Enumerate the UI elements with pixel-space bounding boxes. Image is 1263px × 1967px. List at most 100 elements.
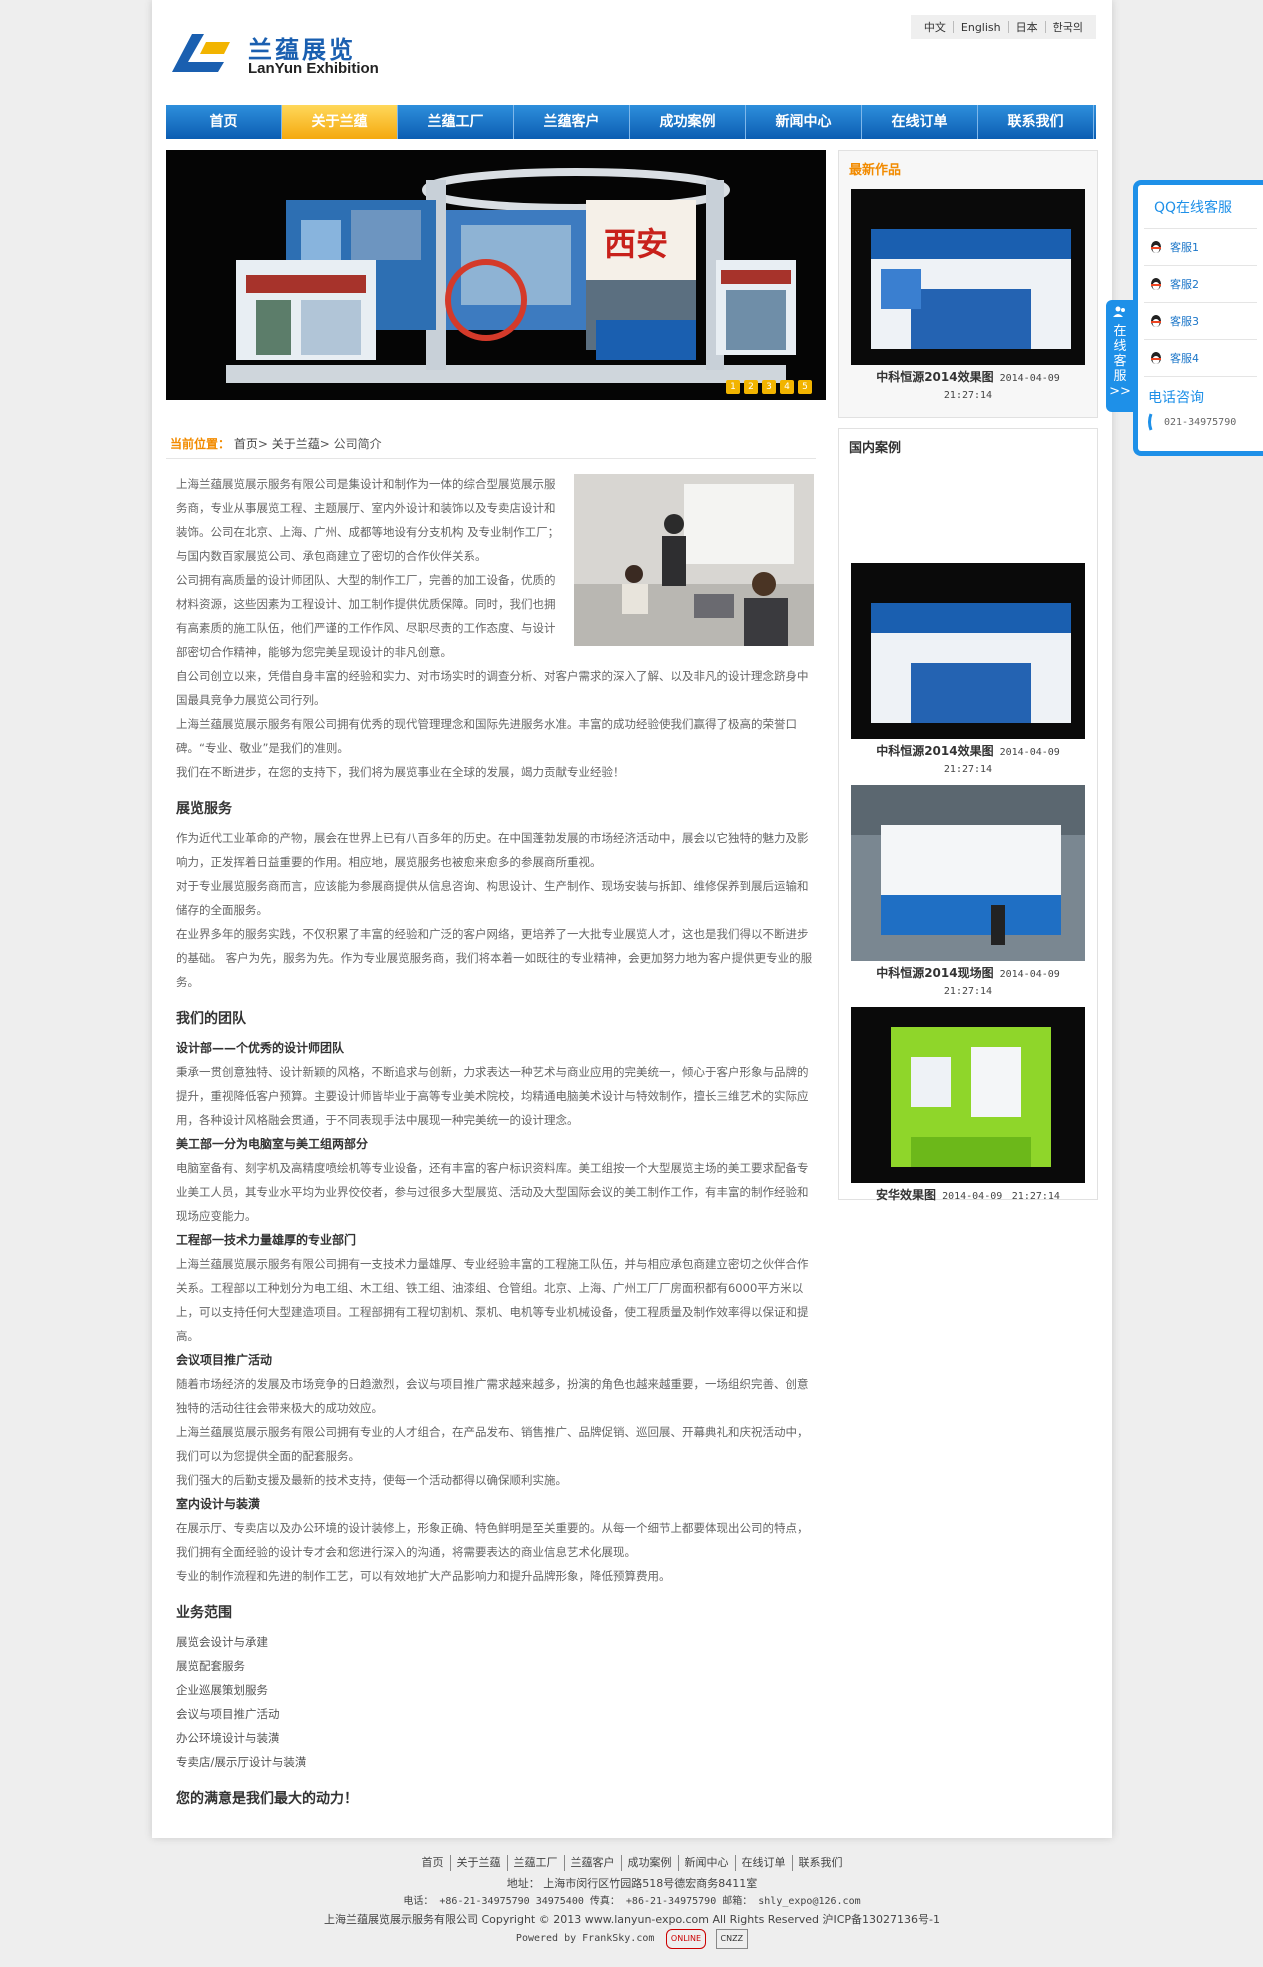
banner-dot[interactable]: 5: [798, 380, 812, 394]
domestic-case-name[interactable]: 安华效果图: [876, 1188, 936, 1202]
lang-zh[interactable]: 中文: [917, 19, 953, 35]
footer-copyright: 上海兰蕴展览展示服务有限公司 Copyright © 2013 www.lany…: [323, 1913, 941, 1926]
lang-ko[interactable]: 한국의: [1046, 19, 1090, 35]
hero-banner[interactable]: 西安 1 2 3 4 5: [166, 150, 826, 400]
expand-icon: >>: [1109, 384, 1131, 399]
domestic-case-image[interactable]: [851, 563, 1085, 739]
banner-dot[interactable]: 3: [762, 380, 776, 394]
scope-item: 展览配套服务: [176, 1659, 245, 1673]
powered-by[interactable]: Powered by FrankSky.com: [516, 1933, 654, 1944]
qq-title: QQ在线客服: [1144, 185, 1257, 229]
domestic-cases-title: 国内案例: [849, 441, 902, 456]
nav-contact[interactable]: 联系我们: [978, 105, 1094, 139]
qq-tab-label: 在线客服: [1113, 324, 1127, 384]
scope-item: 办公环境设计与装潢: [176, 1731, 280, 1745]
domestic-case-time: 21:27:14: [1011, 1191, 1060, 1202]
service-paragraph: 在业界多年的服务实践，不仅积累了丰富的经验和广泛的客户网络，更培养了一大批专业展…: [176, 927, 813, 989]
latest-work-name[interactable]: 中科恒源2014效果图: [876, 370, 993, 384]
banner-pager: 1 2 3 4 5: [726, 380, 812, 394]
breadcrumb-separator: >: [257, 437, 272, 451]
domestic-case-name[interactable]: 中科恒源2014效果图: [876, 744, 993, 758]
footer-address: 地址： 上海市闵行区竹园路518号德宏商务8411室: [506, 1877, 758, 1890]
team-paragraph: 秉承一贯创意独特、设计新颖的风格，不断追求与创新，力求表达一种艺术与商业应用的完…: [176, 1065, 809, 1127]
latest-works-box: 最新作品 中科恒源2014效果图 2014-04-09 21:27:14: [838, 150, 1098, 418]
team-subtitle: 室内设计与装潢: [176, 1497, 261, 1511]
motto: 您的满意是我们最大的动力！: [176, 1791, 358, 1807]
nav-order[interactable]: 在线订单: [862, 105, 978, 139]
domestic-case-date: 2014-04-09: [942, 1191, 1003, 1202]
nav-home[interactable]: 首页: [166, 105, 282, 139]
team-subtitle: 美工部一分为电脑室与美工组两部分: [176, 1137, 369, 1151]
domestic-case-date: 2014-04-09: [999, 747, 1060, 758]
nav-clients[interactable]: 兰蕴客户: [514, 105, 630, 139]
domestic-case-name[interactable]: 中科恒源2014现场图: [876, 966, 993, 980]
cnzz-badge[interactable]: CNZZ: [715, 1929, 749, 1949]
intro-paragraph: 自公司创立以来，凭借自身丰富的经验和实力、对市场实时的调查分析、对客户需求的深入…: [176, 669, 809, 707]
footer-powered: Powered by FrankSky.com ONLINE CNZZ: [152, 1929, 1112, 1949]
banner-booth-image: 西安: [166, 150, 826, 400]
footer-link[interactable]: 兰蕴客户: [565, 1855, 622, 1871]
domestic-case-image[interactable]: [851, 1007, 1085, 1183]
qq-service-label[interactable]: 客服1: [1170, 239, 1199, 255]
domestic-case-item[interactable]: 中科恒源2014现场图 2014-04-09 21:27:14: [851, 785, 1085, 1000]
qq-service-label[interactable]: 客服3: [1170, 313, 1199, 329]
section-title-service: 展览服务: [176, 801, 232, 817]
site-footer: 首页 关于兰蕴 兰蕴工厂 兰蕴客户 成功案例 新闻中心 在线订单 联系我们 地址…: [152, 1855, 1112, 1949]
team-subtitle: 工程部一技术力量雄厚的专业部门: [176, 1233, 357, 1247]
domestic-case-time: 21:27:14: [943, 986, 993, 997]
team-subtitle: 设计部——个优秀的设计师团队: [176, 1041, 345, 1055]
breadcrumb-current: 公司简介: [333, 437, 382, 451]
qq-service-panel: QQ在线客服 客服1 客服2 客服3 客服4 电话咨询 021-34975790: [1133, 180, 1263, 456]
qq-service-item[interactable]: 客服3: [1144, 303, 1257, 340]
banner-dot[interactable]: 2: [744, 380, 758, 394]
phone-number: 021-34975790: [1164, 416, 1237, 428]
team-paragraph: 随着市场经济的发展及市场竞争的日趋激烈，会议与项目推广需求越来越多，扮演的角色也…: [176, 1377, 809, 1415]
domestic-case-image[interactable]: [851, 785, 1085, 961]
team-paragraph: 电脑室备有、刻字机及高精度喷绘机等专业设备，还有丰富的客户标识资料库。美工组按一…: [176, 1161, 809, 1223]
footer-link[interactable]: 新闻中心: [679, 1855, 736, 1871]
latest-work-date: 2014-04-09: [999, 373, 1060, 384]
phone-icon: [1148, 413, 1153, 431]
footer-link[interactable]: 首页: [416, 1855, 451, 1871]
footer-link[interactable]: 兰蕴工厂: [508, 1855, 565, 1871]
qq-service-item[interactable]: 客服1: [1144, 229, 1257, 266]
qq-penguin-icon: [1151, 241, 1161, 253]
footer-link[interactable]: 联系我们: [793, 1855, 849, 1871]
qq-service-item[interactable]: 客服4: [1144, 340, 1257, 377]
qq-toggle-tab[interactable]: 在线客服 >>: [1106, 300, 1134, 412]
qq-service-label[interactable]: 客服4: [1170, 350, 1199, 366]
nav-about[interactable]: 关于兰蕴: [282, 105, 398, 139]
banner-dot[interactable]: 4: [780, 380, 794, 394]
breadcrumb: 当前位置： 首页> 关于兰蕴> 公司简介: [170, 435, 382, 452]
banner-dot[interactable]: 1: [726, 380, 740, 394]
logo-en: LanYun Exhibition: [248, 60, 379, 77]
qq-penguin-icon: [1151, 315, 1161, 327]
lang-en[interactable]: English: [954, 21, 1008, 34]
latest-work-image[interactable]: [851, 189, 1085, 365]
site-logo[interactable]: 兰蕴展览 LanYun Exhibition: [170, 30, 410, 82]
breadcrumb-home[interactable]: 首页: [234, 437, 258, 451]
footer-link[interactable]: 成功案例: [622, 1855, 679, 1871]
scope-item: 专卖店/展示厅设计与装潢: [176, 1755, 307, 1769]
qq-penguin-icon: [1151, 278, 1161, 290]
footer-link[interactable]: 在线订单: [736, 1855, 793, 1871]
footer-nav: 首页 关于兰蕴 兰蕴工厂 兰蕴客户 成功案例 新闻中心 在线订单 联系我们: [152, 1855, 1112, 1871]
page-container: 兰蕴展览 LanYun Exhibition 中文 English 日本 한국의…: [152, 0, 1112, 1838]
qq-service-label[interactable]: 客服2: [1170, 276, 1199, 292]
footer-link[interactable]: 关于兰蕴: [451, 1855, 508, 1871]
breadcrumb-label: 当前位置：: [170, 437, 231, 451]
breadcrumb-about[interactable]: 关于兰蕴: [272, 437, 320, 451]
logo-mark-icon: [172, 34, 230, 72]
language-switcher: 中文 English 日本 한국의: [910, 15, 1096, 39]
section-title-scope: 业务范围: [176, 1605, 232, 1621]
domestic-case-item[interactable]: 中科恒源2014效果图 2014-04-09 21:27:14: [851, 563, 1085, 778]
nav-cases[interactable]: 成功案例: [630, 105, 746, 139]
article-content: 上海兰蕴展览展示服务有限公司是集设计和制作为一体的综合型展览展示服务商，专业从事…: [176, 472, 814, 1808]
domestic-case-item[interactable]: 安华效果图 2014-04-09 21:27:14: [851, 1007, 1085, 1205]
online-badge[interactable]: ONLINE: [665, 1929, 707, 1949]
qq-service-item[interactable]: 客服2: [1144, 266, 1257, 303]
nav-factory[interactable]: 兰蕴工厂: [398, 105, 514, 139]
lang-ja[interactable]: 日本: [1009, 19, 1045, 35]
latest-work-item[interactable]: 中科恒源2014效果图 2014-04-09 21:27:14: [851, 189, 1085, 404]
nav-news[interactable]: 新闻中心: [746, 105, 862, 139]
